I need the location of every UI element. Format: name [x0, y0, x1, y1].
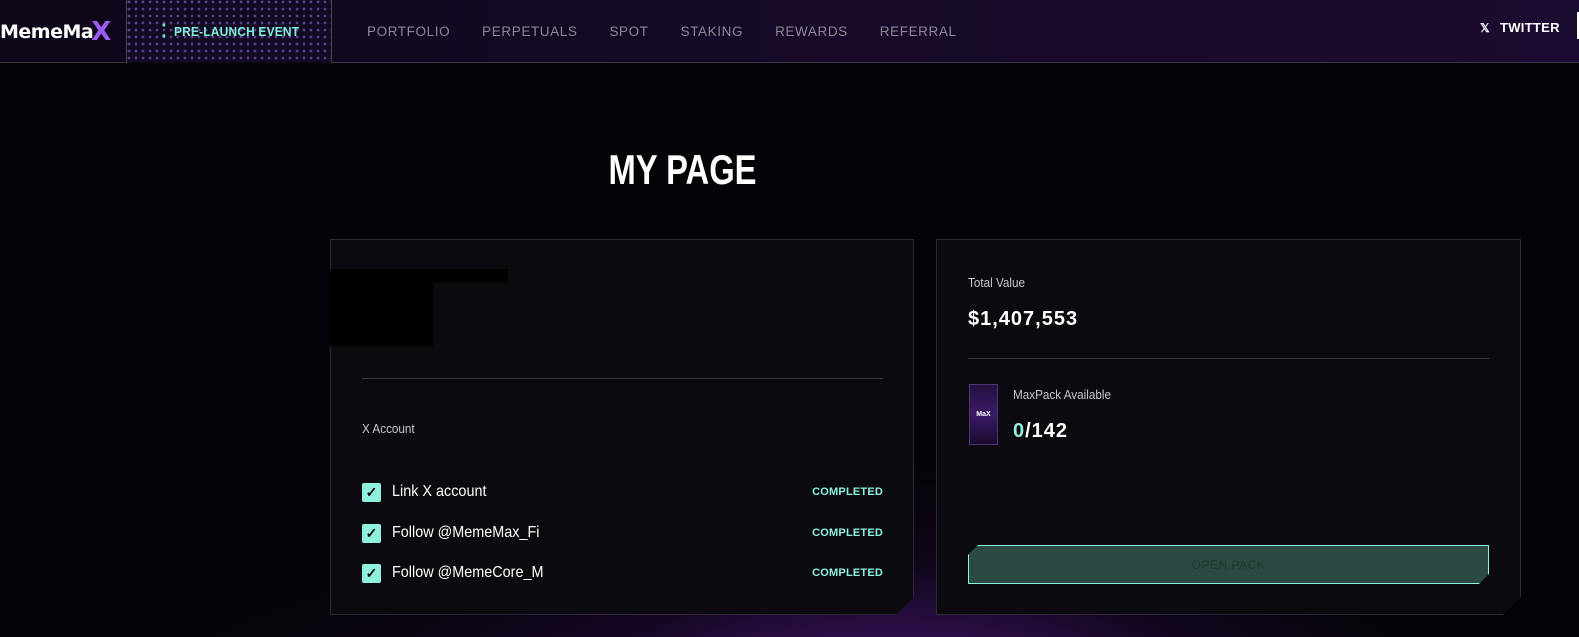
pre-launch-event-tab[interactable]: ⁚ PRE-LAUNCH EVENT: [126, 0, 332, 63]
maxpack-label: MaxPack Available: [1013, 387, 1111, 402]
task-row: ✓ Follow @MemeCore_M COMPLETED: [362, 562, 883, 584]
nav-staking[interactable]: STAKING: [681, 24, 743, 39]
task-label: Follow @MemeCore_M: [392, 564, 544, 581]
card-divider: [362, 378, 883, 379]
redacted-block: [330, 269, 508, 282]
logo[interactable]: MemeMa X: [0, 0, 126, 63]
task-status: COMPLETED: [812, 486, 883, 498]
check-icon[interactable]: ✓: [362, 482, 381, 502]
task-row: ✓ Link X account COMPLETED: [362, 481, 883, 503]
logo-text: MemeMa: [0, 20, 94, 43]
dots-icon: ⁚: [161, 21, 167, 41]
check-icon[interactable]: ✓: [362, 563, 381, 583]
x-account-label: X Account: [362, 421, 415, 436]
top-navigation-bar: MemeMa X ⁚ PRE-LAUNCH EVENT PORTFOLIO PER…: [0, 0, 1579, 63]
task-label: Follow @MemeMax_Fi: [392, 524, 540, 541]
twitter-label: TWITTER: [1499, 20, 1560, 35]
task-label: Link X account: [392, 483, 487, 500]
nav-referral[interactable]: REFERRAL: [880, 24, 957, 39]
total-value: $1,407,553: [968, 308, 1079, 330]
twitter-link[interactable]: 𝕏 TWITTER: [1480, 0, 1560, 55]
nav-spot[interactable]: SPOT: [609, 24, 648, 39]
nav-perpetuals[interactable]: PERPETUALS: [482, 24, 577, 39]
maxpack-count: 0/142: [1013, 420, 1068, 443]
x-logo-icon: 𝕏: [1480, 20, 1490, 35]
maxpack-image: MaX: [969, 384, 998, 445]
main-nav: PORTFOLIO PERPETUALS SPOT STAKING REWARD…: [367, 0, 989, 63]
logo-mark: X: [91, 16, 111, 47]
maxpack-total: /142: [1025, 420, 1069, 442]
open-pack-button[interactable]: OPEN PACK: [968, 545, 1489, 584]
redacted-block: [330, 282, 433, 346]
nav-portfolio[interactable]: PORTFOLIO: [367, 24, 450, 39]
event-label: PRE-LAUNCH EVENT: [173, 24, 299, 39]
page-title: MY PAGE: [608, 146, 757, 193]
task-status: COMPLETED: [812, 567, 883, 579]
card-divider: [968, 358, 1489, 359]
total-value-label: Total Value: [968, 275, 1026, 290]
task-status: COMPLETED: [812, 527, 883, 539]
nav-rewards[interactable]: REWARDS: [775, 24, 848, 39]
check-icon[interactable]: ✓: [362, 523, 381, 543]
task-row: ✓ Follow @MemeMax_Fi COMPLETED: [362, 522, 883, 544]
maxpack-available: 0: [1013, 420, 1026, 442]
